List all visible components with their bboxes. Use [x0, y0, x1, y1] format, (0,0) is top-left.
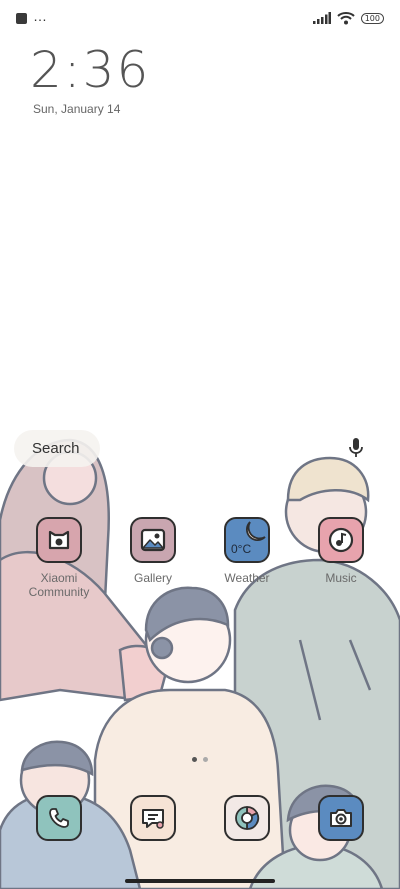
browser-icon: [224, 795, 270, 841]
weather-icon: 0°C: [224, 517, 270, 563]
search-input[interactable]: Search: [14, 429, 100, 467]
dock-browser[interactable]: [207, 795, 287, 841]
app-label: Gallery: [133, 571, 172, 585]
page-indicator: [0, 757, 400, 762]
clock-widget[interactable]: 2:36 Sun, January 14: [30, 42, 150, 116]
more-dots-icon: …: [33, 8, 48, 24]
home-screen: … 100 2:36 Sun, January 14 Search Xiaomi…: [0, 0, 400, 889]
app-xiaomi-community[interactable]: Xiaomi Community: [19, 517, 99, 599]
dock-messages[interactable]: [113, 795, 193, 841]
xiaomi-community-icon: [36, 517, 82, 563]
status-right: 100: [312, 11, 384, 25]
messages-icon: [130, 795, 176, 841]
app-gallery[interactable]: Gallery: [113, 517, 193, 585]
search-bar[interactable]: Search: [14, 428, 386, 468]
battery-level: 100: [360, 12, 384, 24]
dock-camera[interactable]: [301, 795, 381, 841]
home-indicator[interactable]: [125, 879, 275, 883]
status-left: …: [16, 8, 48, 24]
page-dot-active: [192, 757, 197, 762]
app-label: Xiaomi Community: [28, 571, 90, 599]
mic-icon[interactable]: [344, 436, 368, 460]
page-dot: [203, 757, 208, 762]
app-music[interactable]: Music: [301, 517, 381, 585]
wifi-icon: [337, 12, 355, 25]
app-label: Music: [325, 571, 357, 585]
phone-icon: [36, 795, 82, 841]
signal-icon: [312, 12, 331, 24]
dock-phone[interactable]: [19, 795, 99, 841]
clock-date: Sun, January 14: [33, 102, 121, 116]
app-weather[interactable]: 0°C Weather: [207, 517, 287, 585]
notification-square-icon: [16, 12, 27, 24]
app-label: Weather: [224, 571, 270, 585]
clock-time: 2:36: [30, 41, 151, 99]
weather-temperature: 0°C: [231, 542, 252, 556]
gallery-icon: [130, 517, 176, 563]
status-bar: … 100: [16, 8, 384, 28]
camera-icon: [318, 795, 364, 841]
battery-icon: 100: [360, 12, 384, 24]
music-icon: [318, 517, 364, 563]
